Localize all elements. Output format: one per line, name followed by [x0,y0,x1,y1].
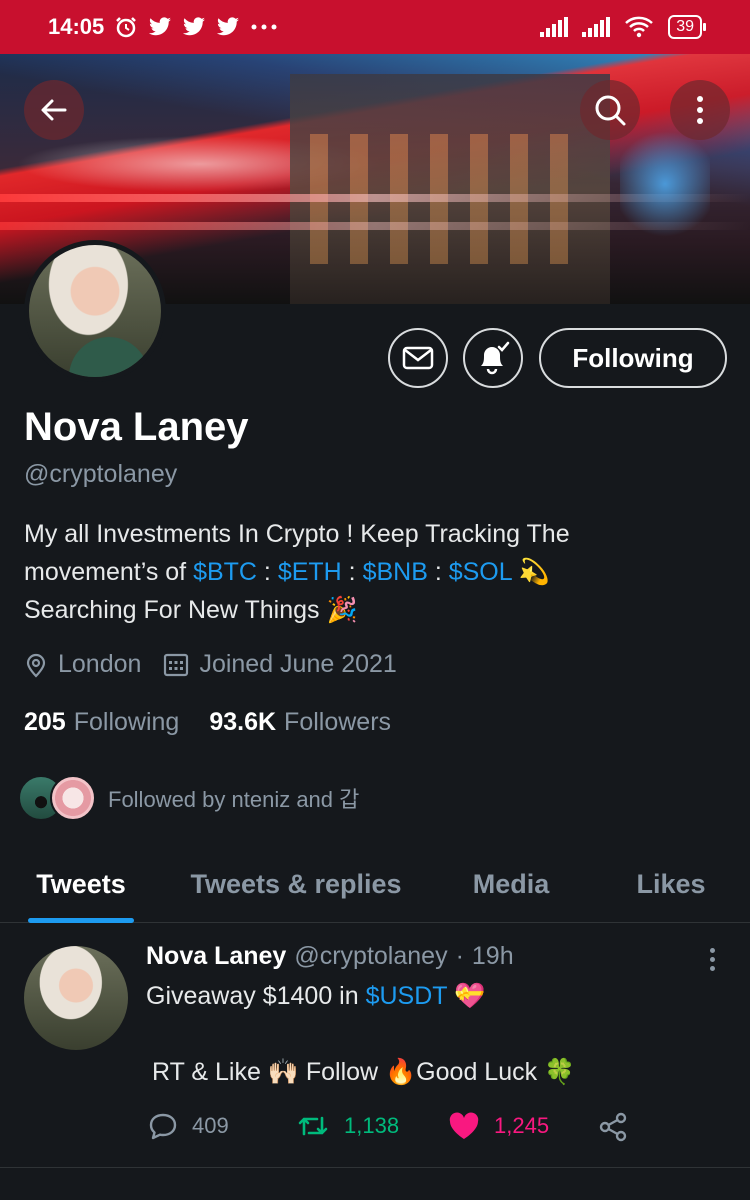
status-bar: 14:05 39 [0,0,750,54]
active-tab-indicator [28,918,134,923]
banner-neon-glow [620,124,710,244]
status-time: 14:05 [48,14,105,39]
twitter-icon [183,17,206,36]
more-vertical-icon [697,96,703,124]
profile-joined: Joined June 2021 [163,650,397,679]
profile-tabs: Tweets Tweets & replies Media Likes [0,845,750,923]
message-button[interactable] [388,328,448,388]
cashtag-bnb[interactable]: $BNB [363,558,428,586]
tweet-avatar[interactable] [24,946,128,1050]
bio-text: movement’s of [24,558,194,586]
calendar-icon [164,653,189,676]
bio-text: Searching For New Things [24,596,320,624]
like-count: 1,245 [494,1113,550,1138]
location-pin-icon [26,653,46,678]
back-arrow-icon [41,99,67,121]
reply-icon [149,1113,177,1140]
profile-bio: My all Investments In Crypto ! Keep Trac… [24,515,714,629]
followed-by[interactable]: Followed by nteniz and 갑 [18,775,359,821]
like-button[interactable]: 1,245 [448,1112,549,1140]
following-label: Following [73,708,180,736]
tweet-text-line-2: RT & Like 🙌🏻 Follow 🔥Good Luck 🍀 [152,1058,576,1086]
cashtag-sol[interactable]: $SOL [449,558,512,586]
wifi-icon [625,16,654,38]
tweet-actions: 409 1,138 1,245 [146,1112,646,1146]
following-count-link[interactable]: 205 Following [24,708,179,737]
retweet-button[interactable]: 1,138 [296,1112,399,1140]
notifications-button[interactable] [463,328,523,388]
followers-count: 93.6K [209,708,277,736]
party-emoji: 🎉 [326,596,358,624]
share-icon [599,1112,627,1142]
follow-counts: 205 Following 93.6K Followers [24,708,421,737]
tab-tweets[interactable]: Tweets [0,845,162,923]
share-button[interactable] [598,1112,628,1142]
tab-media[interactable]: Media [430,845,592,923]
following-count: 205 [24,708,66,736]
bio-line-1: My all Investments In Crypto ! Keep Trac… [24,520,570,548]
bio-separator: : [341,558,363,586]
tweet-text-line-1: Giveaway $1400 in $USDT 💝 [146,982,485,1011]
joined-label: Joined June 2021 [199,650,397,678]
avatar-shirt [69,337,149,377]
search-icon [595,95,626,126]
profile-name: Nova Laney [24,405,249,449]
cashtag-usdt[interactable]: $USDT [366,982,448,1010]
signal-icon [582,17,611,37]
bell-check-icon [481,341,510,375]
tweet-header: Nova Laney @cryptolaney · 19h [146,942,514,971]
dizzy-emoji: 💫 [518,558,550,586]
bio-line-3: Searching For New Things 🎉 [24,591,714,629]
tab-label: Media [472,868,550,899]
more-dot [709,956,715,962]
heart-filled-icon [449,1112,479,1139]
twitter-icon [149,17,172,36]
reply-button[interactable]: 409 [148,1112,229,1140]
cashtag-eth[interactable]: $ETH [278,558,342,586]
follower-avatar [50,775,96,821]
tweet-separator: · [455,942,464,970]
tab-label: Likes [636,868,706,899]
retweet-icon [298,1116,328,1136]
battery-icon: 39 [668,15,706,39]
followers-label: Followers [284,708,392,736]
profile-location: London [24,650,141,679]
bio-line-2: movement’s of $BTC : $ETH : $BNB : $SOL … [24,553,714,591]
gift-heart-emoji: 💝 [454,982,486,1010]
banner-building [290,74,610,304]
more-dot [709,965,715,971]
profile-meta: London Joined June 2021 [24,650,419,679]
alarm-icon [116,17,137,38]
tweet-author-handle: @cryptolaney [294,942,448,970]
twitter-icon [217,17,240,36]
followers-count-link[interactable]: 93.6K Followers [209,708,391,737]
followed-by-text: Followed by nteniz and 갑 [108,787,360,812]
cashtag-btc[interactable]: $BTC [193,558,257,586]
tab-label: Tweets & replies [190,868,402,899]
following-button[interactable]: Following [539,328,727,388]
mail-icon [402,346,434,370]
tab-likes[interactable]: Likes [592,845,750,923]
more-options-button[interactable] [670,80,730,140]
bio-separator: : [256,558,278,586]
profile-handle: @cryptolaney [24,460,178,488]
more-dots-icon [251,24,277,30]
tweet-author-name[interactable]: Nova Laney [146,942,286,971]
tweet-timestamp: 19h [471,942,514,970]
tweet-more-button[interactable] [700,942,724,976]
retweet-count: 1,138 [344,1113,400,1138]
tab-tweets-replies[interactable]: Tweets & replies [162,845,430,923]
profile-avatar[interactable] [24,240,166,382]
more-vertical-icon [709,947,715,953]
signal-icon [540,17,569,37]
location-label: London [58,650,142,678]
back-button[interactable] [24,80,84,140]
tab-label: Tweets [36,868,126,899]
bio-separator: : [427,558,449,586]
tweet[interactable]: Nova Laney @cryptolaney · 19h Giveaway $… [0,924,750,1168]
search-button[interactable] [580,80,640,140]
reply-count: 409 [192,1113,229,1138]
tweet-text: Giveaway $1400 in [146,982,366,1010]
